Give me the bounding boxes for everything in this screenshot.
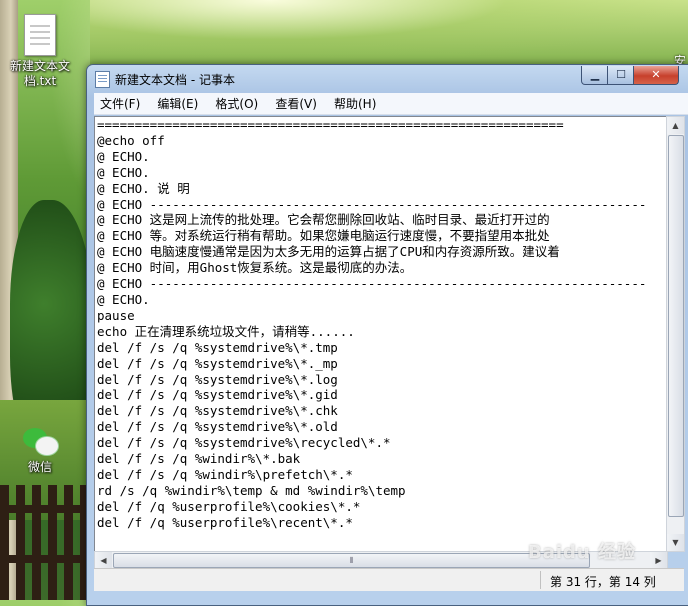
text-editor[interactable]: ========================================… (94, 116, 667, 569)
menu-help[interactable]: 帮助(H) (328, 94, 382, 115)
scroll-down-icon[interactable]: ▼ (667, 534, 684, 551)
text-line[interactable]: del /f /s /q %systemdrive%\*.old (97, 419, 338, 434)
text-line[interactable]: del /f /s /q %systemdrive%\*.chk (97, 403, 338, 418)
menu-format[interactable]: 格式(O) (209, 94, 264, 115)
cursor-position: 第 31 行，第 14 列 (550, 575, 656, 589)
text-line[interactable]: del /f /q %userprofile%\cookies\*.* (97, 499, 360, 514)
text-file-icon (24, 14, 56, 56)
window-title: 新建文本文档 - 记事本 (115, 73, 235, 87)
wechat-icon (21, 424, 59, 458)
text-line[interactable]: @ ECHO 这是网上流传的批处理。它会帮您删除回收站、临时目录、最近打开过的 (97, 212, 550, 227)
text-line[interactable]: @ ECHO. (97, 165, 150, 180)
horizontal-scroll-thumb[interactable]: ⦀ (113, 553, 590, 568)
scroll-left-icon[interactable]: ◀ (95, 552, 112, 569)
menu-file[interactable]: 文件(F) (94, 94, 146, 115)
text-line[interactable]: @ ECHO 时间，用Ghost恢复系统。这是最彻底的办法。 (97, 260, 412, 275)
title-bar[interactable]: 新建文本文档 - 记事本 ▁ ☐ ✕ (87, 65, 688, 91)
wallpaper-tree (10, 200, 95, 460)
baidu-watermark: Baidu 经验 (528, 542, 637, 563)
notepad-window: 新建文本文档 - 记事本 ▁ ☐ ✕ 文件(F) 编辑(E) 格式(O) 查看(… (86, 64, 688, 606)
text-line[interactable]: @ ECHO. (97, 149, 150, 164)
text-line[interactable]: del /f /s /q %systemdrive%\recycled\*.* (97, 435, 391, 450)
vertical-scrollbar[interactable]: ▲ ▼ (666, 116, 685, 552)
maximize-button[interactable]: ☐ (607, 66, 635, 85)
text-line[interactable]: del /f /q %userprofile%\recent\*.* (97, 515, 353, 530)
vertical-scroll-thumb[interactable] (668, 135, 684, 517)
text-content[interactable]: ========================================… (95, 117, 666, 531)
desktop-icon-wechat[interactable]: 微信 (5, 424, 75, 475)
text-line[interactable]: @echo off (97, 133, 165, 148)
text-line[interactable]: del /f /s /q %systemdrive%\*.log (97, 372, 338, 387)
text-line[interactable]: del /f /s /q %windir%\*.bak (97, 451, 300, 466)
text-line[interactable]: rd /s /q %windir%\temp & md %windir%\tem… (97, 483, 406, 498)
scroll-up-icon[interactable]: ▲ (667, 117, 684, 134)
desktop-icon-label: 微信 (27, 460, 52, 474)
menu-bar: 文件(F) 编辑(E) 格式(O) 查看(V) 帮助(H) (94, 93, 688, 115)
text-line[interactable]: @ ECHO ---------------------------------… (97, 197, 646, 212)
minimize-button[interactable]: ▁ (581, 66, 609, 85)
text-line[interactable]: ========================================… (97, 117, 564, 132)
text-line[interactable]: @ ECHO. (97, 292, 150, 307)
status-bar: 第 31 行，第 14 列 (94, 568, 684, 591)
text-line[interactable]: echo 正在清理系统垃圾文件，请稍等...... (97, 324, 355, 339)
notepad-icon (95, 71, 110, 88)
close-button[interactable]: ✕ (633, 66, 679, 85)
menu-view[interactable]: 查看(V) (269, 94, 323, 115)
text-line[interactable]: del /f /s /q %windir%\prefetch\*.* (97, 467, 353, 482)
text-line[interactable]: del /f /s /q %systemdrive%\*.tmp (97, 340, 338, 355)
desktop-icon-text-file[interactable]: 新建文本文 档.txt (5, 14, 75, 89)
text-line[interactable]: del /f /s /q %systemdrive%\*._mp (97, 356, 338, 371)
wallpaper-canopy (90, 0, 688, 70)
menu-edit[interactable]: 编辑(E) (151, 94, 204, 115)
text-line[interactable]: @ ECHO ---------------------------------… (97, 276, 646, 291)
wallpaper-wall (0, 0, 18, 600)
status-divider (540, 571, 541, 589)
desktop-icon-label: 新建文本文 档.txt (9, 59, 70, 88)
text-line[interactable]: @ ECHO. 说 明 (97, 181, 190, 196)
text-line[interactable]: pause (97, 308, 135, 323)
text-line[interactable]: @ ECHO 等。对系统运行稍有帮助。如果您嫌电脑运行速度慢，不要指望用本批处 (97, 228, 550, 243)
scroll-right-icon[interactable]: ▶ (650, 552, 667, 569)
text-line[interactable]: del /f /s /q %systemdrive%\*.gid (97, 387, 338, 402)
text-line[interactable]: @ ECHO 电脑速度慢通常是因为太多无用的运算占据了CPU和内存资源所致。建议… (97, 244, 560, 259)
wallpaper-fence (0, 485, 90, 600)
